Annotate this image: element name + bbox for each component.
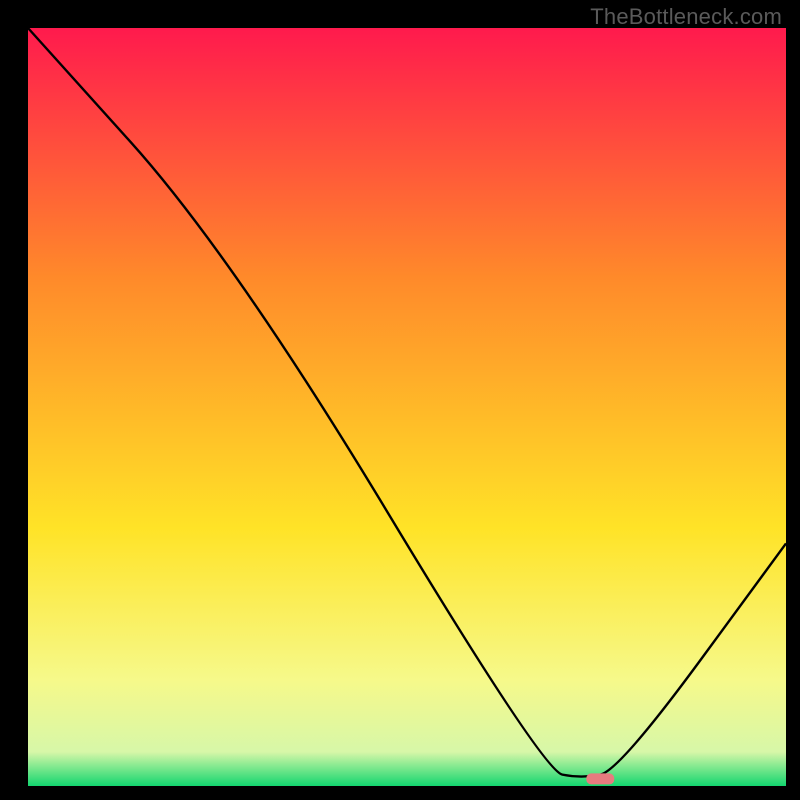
plot-background — [28, 28, 786, 786]
chart-frame: TheBottleneck.com — [0, 0, 800, 800]
bottleneck-chart — [0, 0, 800, 800]
optimal-marker — [586, 773, 614, 784]
